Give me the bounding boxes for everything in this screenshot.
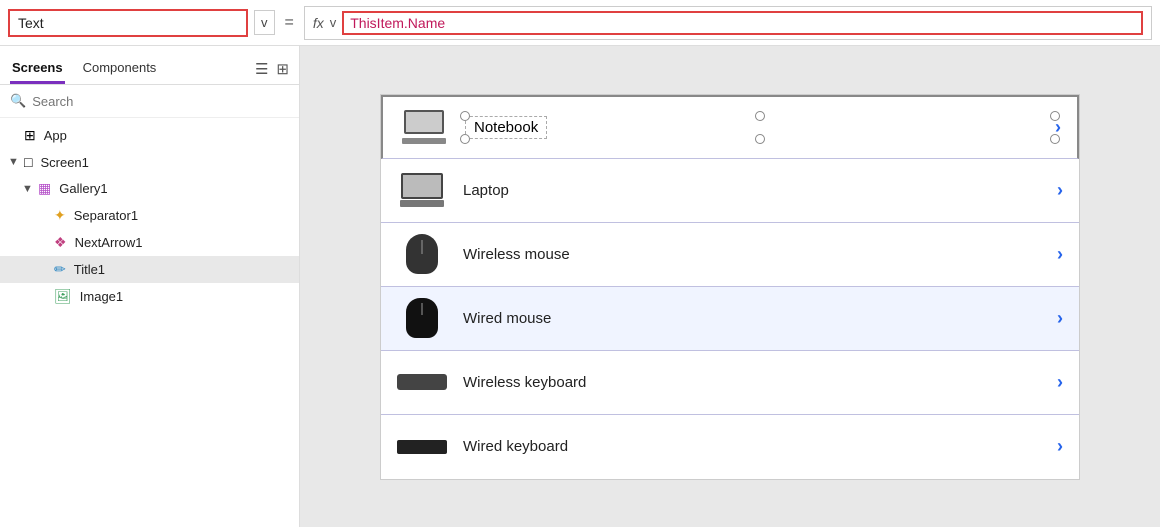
chevron-icon: ▼ xyxy=(22,183,34,195)
title-icon: ✏ xyxy=(54,261,66,278)
laptop-title: Laptop xyxy=(463,182,1057,199)
formula-bar: fx v ThisItem.Name xyxy=(304,6,1152,40)
formula-mode-dropdown[interactable]: v xyxy=(330,15,337,30)
wkeyboard-chevron[interactable]: › xyxy=(1057,372,1063,393)
notebook-base xyxy=(402,138,446,144)
wmouse-shape xyxy=(406,234,438,274)
handle-tm[interactable] xyxy=(755,111,765,121)
tree-item-screen1[interactable]: ▼ □ Screen1 xyxy=(0,149,299,175)
tree-item-gallery1[interactable]: ▼ ▦ Gallery1 xyxy=(0,175,299,202)
notebook-image xyxy=(399,107,449,147)
formula-value[interactable]: ThisItem.Name xyxy=(342,11,1143,35)
wiredmouse-shape xyxy=(406,298,438,338)
search-box: 🔍 xyxy=(0,85,299,118)
image-icon: 🖼 xyxy=(54,288,72,305)
equals-sign: = xyxy=(281,14,298,32)
top-bar: v = fx v ThisItem.Name xyxy=(0,0,1160,46)
tree: ⊞ App ▼ □ Screen1 ▼ ▦ Gallery1 ✦ Separat… xyxy=(0,118,299,527)
search-input[interactable] xyxy=(32,94,289,109)
wkeyboard-shape xyxy=(397,374,447,390)
tree-item-separator1[interactable]: ✦ Separator1 xyxy=(0,202,299,229)
handle-tr[interactable] xyxy=(1050,111,1060,121)
gallery-item-notebook[interactable]: Notebook › xyxy=(381,95,1079,159)
sidebar: Screens Components ☰ ⊞ 🔍 ⊞ App ▼ □ Scree… xyxy=(0,46,300,527)
handle-tl[interactable] xyxy=(460,111,470,121)
tree-item-title1[interactable]: ✏ Title1 xyxy=(0,256,299,283)
gallery-icon: ▦ xyxy=(38,180,51,197)
tree-label: NextArrow1 xyxy=(75,235,143,250)
sidebar-tab-icons: ☰ ⊞ xyxy=(255,60,289,78)
notebook-screen xyxy=(404,110,444,134)
gallery-item-wired-mouse[interactable]: Wired mouse › xyxy=(381,287,1079,351)
canvas-area: Notebook › xyxy=(300,46,1160,527)
wiredkeyboard-chevron[interactable]: › xyxy=(1057,436,1063,457)
tree-label: Gallery1 xyxy=(59,181,107,196)
wiredkeyboard-image xyxy=(397,427,447,467)
laptop-base xyxy=(400,200,444,207)
tree-label: Title1 xyxy=(74,262,105,277)
tree-item-image1[interactable]: 🖼 Image1 xyxy=(0,283,299,310)
property-dropdown[interactable]: v xyxy=(254,10,275,35)
gallery-item-wireless-keyboard[interactable]: Wireless keyboard › xyxy=(381,351,1079,415)
notebook-title: Notebook xyxy=(465,116,547,139)
wmouse-chevron[interactable]: › xyxy=(1057,244,1063,265)
tree-label: Screen1 xyxy=(40,155,88,170)
gallery-item-laptop[interactable]: Laptop › xyxy=(381,159,1079,223)
grid-view-icon[interactable]: ⊞ xyxy=(276,60,289,78)
tab-screens[interactable]: Screens xyxy=(10,54,65,84)
search-icon: 🔍 xyxy=(10,93,26,109)
wiredmouse-chevron[interactable]: › xyxy=(1057,308,1063,329)
handle-bm[interactable] xyxy=(755,134,765,144)
tree-label: Image1 xyxy=(80,289,123,304)
screen-icon: □ xyxy=(24,154,32,170)
tab-components[interactable]: Components xyxy=(81,54,159,84)
handle-bl[interactable] xyxy=(460,134,470,144)
separator-icon: ✦ xyxy=(54,207,66,224)
tree-item-app[interactable]: ⊞ App xyxy=(0,122,299,149)
tree-item-nextarrow1[interactable]: ❖ NextArrow1 xyxy=(0,229,299,256)
gallery-item-wired-keyboard[interactable]: Wired keyboard › xyxy=(381,415,1079,479)
chevron-icon: ▼ xyxy=(8,156,20,168)
wiredmouse-title: Wired mouse xyxy=(463,310,1057,327)
wiredkeyboard-title: Wired keyboard xyxy=(463,438,1057,455)
wkeyboard-title: Wireless keyboard xyxy=(463,374,1057,391)
text-property-input[interactable] xyxy=(8,9,248,37)
wiredkeyboard-shape xyxy=(397,440,447,454)
list-view-icon[interactable]: ☰ xyxy=(255,60,268,78)
nextarrow-icon: ❖ xyxy=(54,234,67,251)
laptop-screen xyxy=(401,173,443,199)
tree-label: App xyxy=(44,128,67,143)
wmouse-image xyxy=(397,234,447,274)
laptop-image xyxy=(397,170,447,210)
wkeyboard-image xyxy=(397,362,447,402)
gallery-container: Notebook › xyxy=(380,94,1080,480)
fx-label: fx xyxy=(313,15,324,31)
handle-br[interactable] xyxy=(1050,134,1060,144)
app-icon: ⊞ xyxy=(24,127,36,144)
notebook-title-wrapper: Notebook xyxy=(465,116,1055,139)
wmouse-title: Wireless mouse xyxy=(463,246,1057,263)
main-layout: Screens Components ☰ ⊞ 🔍 ⊞ App ▼ □ Scree… xyxy=(0,46,1160,527)
laptop-chevron[interactable]: › xyxy=(1057,180,1063,201)
gallery-item-wireless-mouse[interactable]: Wireless mouse › xyxy=(381,223,1079,287)
wiredmouse-image xyxy=(397,298,447,338)
tree-label: Separator1 xyxy=(74,208,138,223)
sidebar-tabs: Screens Components ☰ ⊞ xyxy=(0,46,299,85)
